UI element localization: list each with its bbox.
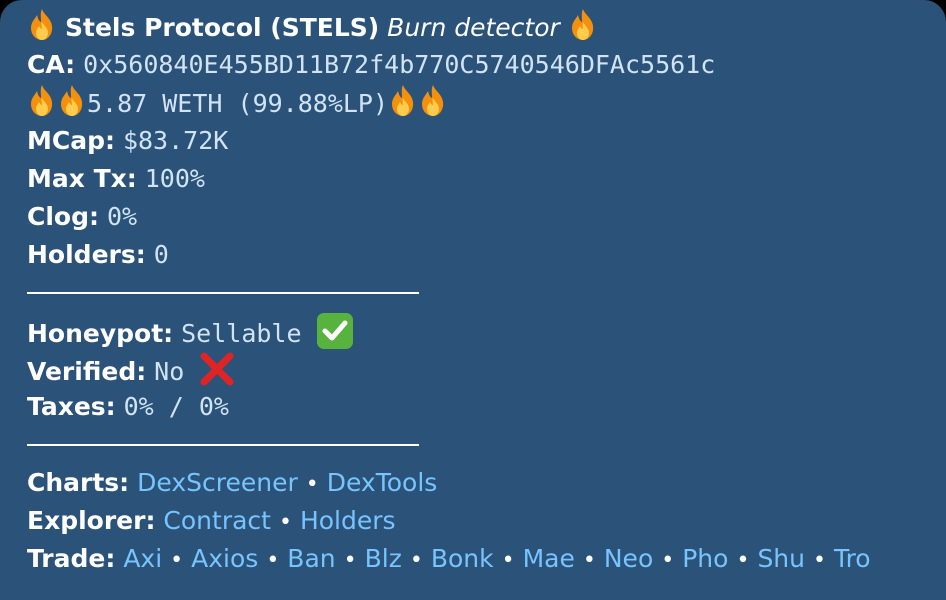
- separator-dot: •: [266, 548, 280, 573]
- link-tro[interactable]: Tro: [834, 544, 871, 573]
- holders-value: 0: [153, 240, 169, 269]
- fire-icon: [388, 84, 418, 118]
- link-dexscreener[interactable]: DexScreener: [137, 468, 298, 497]
- maxtx-label: Max Tx:: [27, 164, 137, 193]
- fire-icon: [27, 84, 57, 118]
- separator-dot: •: [409, 548, 423, 573]
- separator-dot: •: [305, 472, 319, 497]
- fire-icon: [27, 8, 57, 42]
- link-contract[interactable]: Contract: [163, 506, 271, 535]
- link-pho[interactable]: Pho: [682, 544, 728, 573]
- message-title-line: Stels Protocol (STELS) Burn detector: [27, 8, 920, 46]
- liquidity-value: 5.87 WETH (99.88%LP): [87, 89, 389, 118]
- taxes-line: Taxes: 0% / 0%: [27, 388, 920, 426]
- explorer-line: Explorer: Contract • Holders: [27, 502, 920, 540]
- separator-dot: •: [582, 548, 596, 573]
- contract-address-line: CA: 0x560840E455BD11B72f4b770C5740546DFA…: [27, 46, 920, 84]
- cross-mark-icon: [200, 352, 234, 386]
- taxes-value: 0% / 0%: [123, 392, 229, 421]
- link-bonk[interactable]: Bonk: [431, 544, 494, 573]
- honeypot-value: Sellable: [181, 319, 302, 348]
- clog-label: Clog:: [27, 202, 99, 231]
- token-name: Stels Protocol (STELS): [65, 13, 380, 42]
- charts-line: Charts: DexScreener • DexTools: [27, 464, 920, 502]
- link-shu[interactable]: Shu: [757, 544, 805, 573]
- liquidity-line: 5.87 WETH (99.88%LP): [27, 84, 920, 122]
- divider: [27, 426, 920, 464]
- trade-line: Trade: Axi • Axios • Ban • Blz • Bonk • Mae • Neo • Ph…: [27, 540, 920, 578]
- link-axi[interactable]: Axi: [123, 544, 162, 573]
- mcap-value: $83.72K: [122, 126, 229, 155]
- maxtx-value: 100%: [144, 164, 205, 193]
- separator-dot: •: [501, 548, 515, 573]
- detector-tag: Burn detector: [387, 13, 560, 42]
- separator-dot: •: [736, 548, 750, 573]
- separator-dot: •: [170, 548, 184, 573]
- verified-value: No: [154, 357, 185, 386]
- taxes-label: Taxes:: [27, 392, 116, 421]
- separator-dot: •: [661, 548, 675, 573]
- verified-line: Verified: No: [27, 350, 920, 388]
- check-mark-button-icon: [316, 313, 353, 349]
- honeypot-line: Honeypot: Sellable: [27, 312, 920, 350]
- contract-address[interactable]: 0x560840E455BD11B72f4b770C5740546DFAc556…: [83, 50, 715, 79]
- maxtx-line: Max Tx: 100%: [27, 160, 920, 198]
- link-axios[interactable]: Axios: [191, 544, 258, 573]
- explorer-label: Explorer:: [27, 506, 156, 535]
- divider: [27, 274, 920, 312]
- separator-dot: •: [813, 548, 826, 573]
- honeypot-label: Honeypot:: [27, 319, 174, 348]
- message-bubble: Stels Protocol (STELS) Burn detector CA:…: [0, 0, 946, 600]
- mcap-line: MCap: $83.72K: [27, 122, 920, 160]
- clog-value: 0%: [106, 202, 138, 231]
- fire-icon: [418, 84, 448, 118]
- fire-icon: [568, 8, 598, 42]
- holders-label: Holders:: [27, 240, 146, 269]
- link-neo[interactable]: Neo: [604, 544, 653, 573]
- mcap-label: MCap:: [27, 126, 115, 155]
- separator-dot: •: [278, 510, 292, 535]
- separator-dot: •: [343, 548, 357, 573]
- link-mae[interactable]: Mae: [523, 544, 575, 573]
- verified-label: Verified:: [27, 357, 147, 386]
- ca-label: CA:: [27, 50, 76, 79]
- link-ban[interactable]: Ban: [287, 544, 335, 573]
- fire-icon: [57, 84, 87, 118]
- holders-line: Holders: 0: [27, 236, 920, 274]
- clog-line: Clog: 0%: [27, 198, 920, 236]
- link-blz[interactable]: Blz: [365, 544, 402, 573]
- link-dextools[interactable]: DexTools: [327, 468, 438, 497]
- link-holders[interactable]: Holders: [300, 506, 396, 535]
- trade-label: Trade:: [27, 544, 116, 573]
- charts-label: Charts:: [27, 468, 130, 497]
